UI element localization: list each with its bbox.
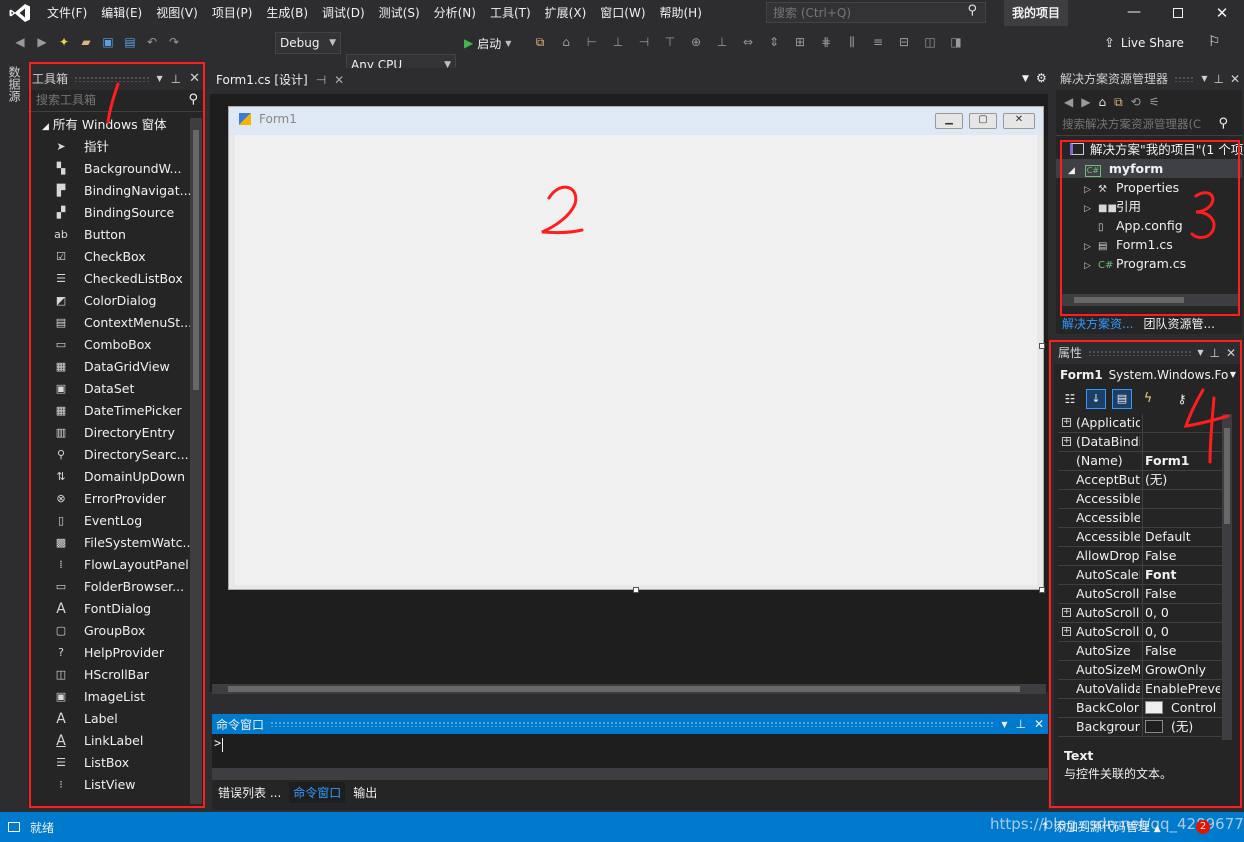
annotation-4-stroke (1183, 388, 1230, 464)
annotation-layer: 1 (0, 0, 1230, 464)
annotation-1-stroke (106, 82, 120, 124)
source-control-button[interactable]: ↑ 添加到源代码管理 ▲ (1040, 818, 1161, 835)
status-icon (8, 822, 20, 832)
annotation-3-stroke (1190, 191, 1216, 239)
arrow-up-icon: ↑ (1040, 820, 1054, 834)
chevron-up-icon: ▲ (1153, 824, 1161, 834)
status-bar: 就绪 https://blog.csdn.net/qq_42896778 ↑ 添… (0, 812, 1244, 842)
notification-badge[interactable]: 2 (1196, 820, 1210, 834)
annotation-label: 1 (0, 0, 8, 3)
annotation-2-stroke (541, 185, 584, 235)
status-text: 就绪 (30, 820, 55, 835)
